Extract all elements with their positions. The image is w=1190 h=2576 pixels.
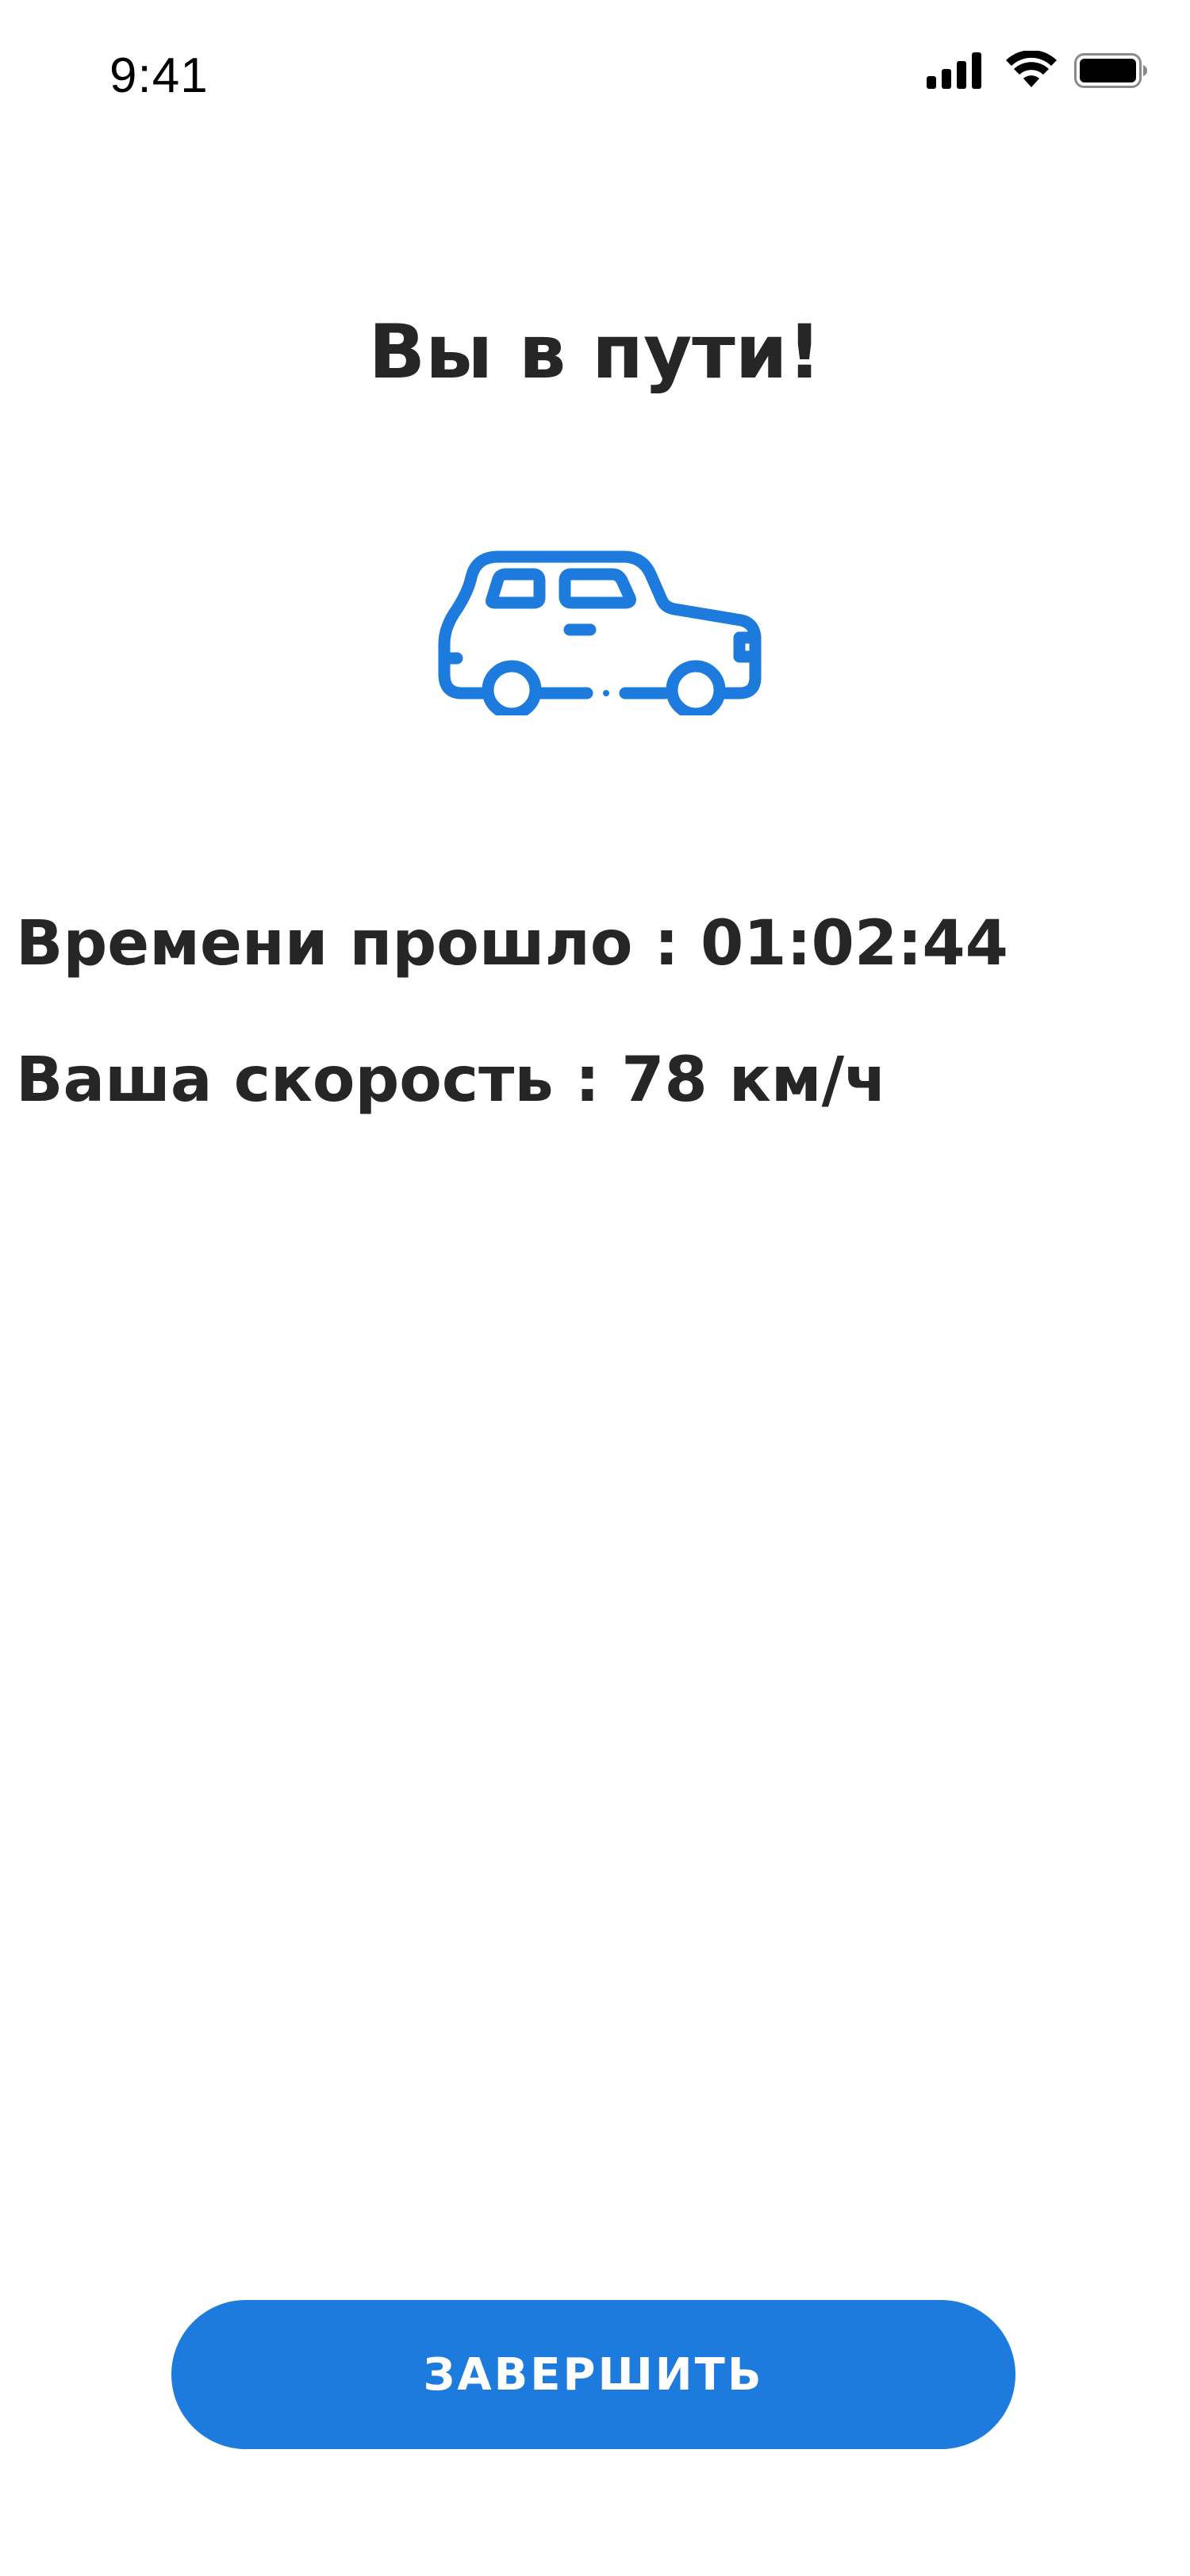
- cellular-signal-icon: [927, 52, 981, 89]
- elapsed-time-label: Времени прошло: [16, 908, 633, 979]
- elapsed-time-value: 01:02:44: [700, 908, 1008, 979]
- status-time: 9:41: [109, 48, 209, 103]
- page-title: Вы в пути!: [368, 309, 822, 396]
- speed-line: Ваша скорость : 78 км/ч: [16, 1041, 887, 1120]
- wifi-icon: [1006, 51, 1057, 87]
- speed-value: 78 км/ч: [621, 1045, 887, 1116]
- elapsed-time-line: Времени прошло : 01:02:44: [16, 904, 1008, 983]
- car-icon: [438, 550, 762, 715]
- battery-icon: [1074, 53, 1147, 88]
- finish-button[interactable]: ЗАВЕРШИТЬ: [171, 2300, 1015, 2449]
- elapsed-time-separator: :: [632, 908, 701, 979]
- status-icons: [927, 51, 1149, 98]
- speed-separator: :: [553, 1045, 622, 1116]
- status-bar: 9:41: [0, 0, 1190, 151]
- speed-label: Ваша скорость: [16, 1045, 554, 1116]
